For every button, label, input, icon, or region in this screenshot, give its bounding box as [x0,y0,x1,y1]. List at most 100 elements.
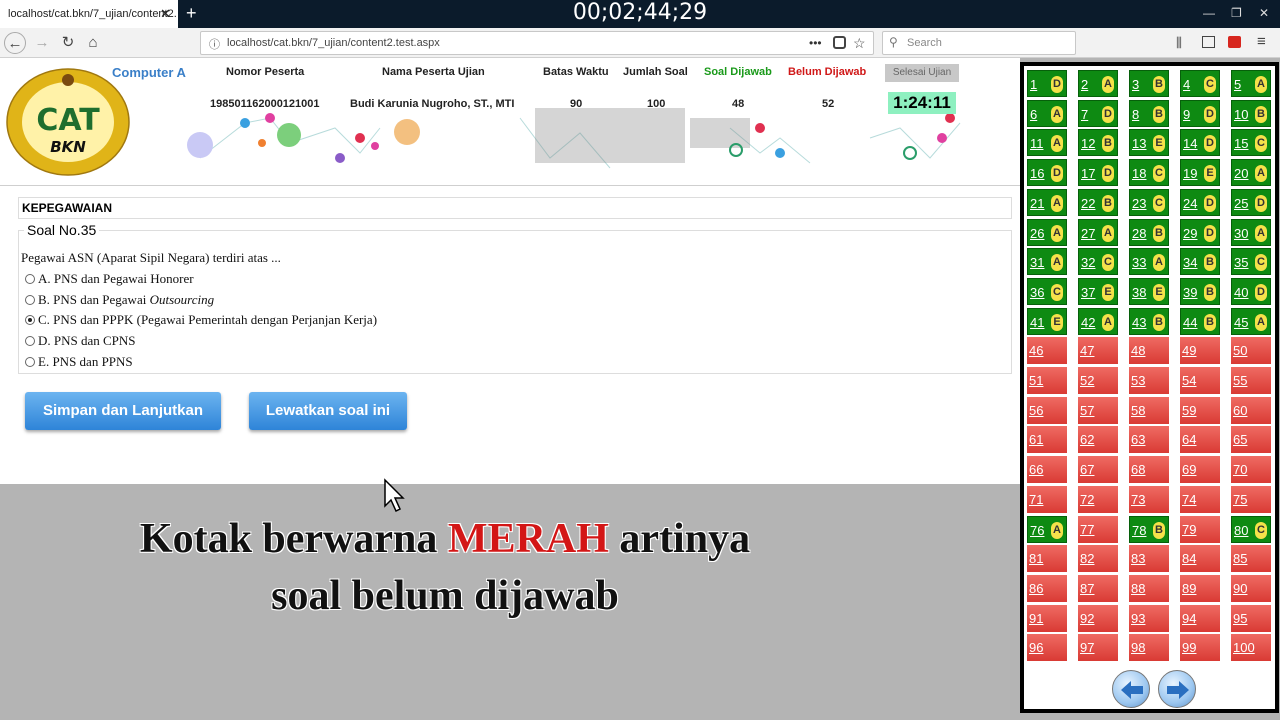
forward-icon[interactable]: → [31,32,53,54]
question-cell-95[interactable]: 95 [1231,604,1271,632]
search-bar[interactable]: ⚲ Search [882,31,1076,55]
question-cell-66[interactable]: 66 [1027,456,1067,484]
radio-button[interactable] [25,315,35,325]
question-cell-89[interactable]: 89 [1180,574,1220,602]
question-cell-12[interactable]: 12 B [1078,129,1118,157]
question-cell-17[interactable]: 17 D [1078,159,1118,187]
question-cell-88[interactable]: 88 [1129,574,1169,602]
question-cell-26[interactable]: 26 A [1027,218,1067,246]
question-cell-3[interactable]: 3B [1129,70,1169,97]
question-cell-96[interactable]: 96 [1027,634,1067,662]
question-cell-52[interactable]: 52 [1078,367,1118,394]
question-cell-76[interactable]: 76 A [1027,515,1067,543]
question-cell-18[interactable]: 18 C [1129,159,1169,187]
question-cell-22[interactable]: 22 B [1078,188,1118,216]
question-cell-77[interactable]: 77 [1078,515,1118,543]
question-cell-16[interactable]: 16 D [1027,159,1067,187]
question-cell-2[interactable]: 2A [1078,70,1118,97]
question-cell-54[interactable]: 54 [1180,367,1220,394]
question-cell-38[interactable]: 38 E [1129,277,1169,305]
question-cell-79[interactable]: 79 [1180,515,1220,543]
question-cell-58[interactable]: 58 [1129,396,1169,424]
question-cell-78[interactable]: 78 B [1129,515,1169,543]
question-cell-90[interactable]: 90 [1231,574,1271,602]
page-actions-icon[interactable]: ••• [809,32,822,54]
question-cell-68[interactable]: 68 [1129,456,1169,484]
close-window-icon[interactable]: ✕ [1259,6,1269,20]
question-cell-48[interactable]: 48 [1129,337,1169,365]
radio-button[interactable] [25,274,35,284]
question-cell-67[interactable]: 67 [1078,456,1118,484]
question-cell-34[interactable]: 34 B [1180,248,1220,276]
question-cell-10[interactable]: 10 B [1231,99,1271,127]
next-page-button[interactable] [1158,670,1196,708]
restore-icon[interactable]: ❐ [1231,6,1242,20]
question-cell-49[interactable]: 49 [1180,337,1220,365]
question-cell-64[interactable]: 64 [1180,426,1220,454]
question-cell-39[interactable]: 39 B [1180,277,1220,305]
question-cell-24[interactable]: 24 D [1180,188,1220,216]
question-cell-61[interactable]: 61 [1027,426,1067,454]
question-cell-59[interactable]: 59 [1180,396,1220,424]
question-cell-87[interactable]: 87 [1078,574,1118,602]
radio-button[interactable] [25,357,35,367]
question-cell-100[interactable]: 100 [1231,634,1271,662]
question-cell-27[interactable]: 27 A [1078,218,1118,246]
question-cell-14[interactable]: 14 D [1180,129,1220,157]
question-cell-8[interactable]: 8B [1129,99,1169,127]
radio-button[interactable] [25,295,35,305]
question-cell-86[interactable]: 86 [1027,574,1067,602]
question-cell-40[interactable]: 40 D [1231,277,1271,305]
question-cell-72[interactable]: 72 [1078,485,1118,513]
prev-page-button[interactable] [1112,670,1150,708]
question-cell-30[interactable]: 30 A [1231,218,1271,246]
question-cell-35[interactable]: 35 C [1231,248,1271,276]
question-cell-11[interactable]: 11 A [1027,129,1067,157]
question-cell-36[interactable]: 36 C [1027,277,1067,305]
library-icon[interactable]: ⫼ [1176,35,1182,51]
home-icon[interactable]: ⌂ [82,32,104,54]
question-cell-7[interactable]: 7D [1078,99,1118,127]
question-cell-97[interactable]: 97 [1078,634,1118,662]
question-cell-85[interactable]: 85 [1231,545,1271,573]
question-cell-75[interactable]: 75 [1231,485,1271,513]
question-cell-1[interactable]: 1D [1027,70,1067,97]
question-cell-82[interactable]: 82 [1078,545,1118,573]
question-cell-80[interactable]: 80 C [1231,515,1271,543]
back-icon[interactable]: ← [4,32,26,54]
pocket-icon[interactable] [833,36,846,49]
question-cell-4[interactable]: 4C [1180,70,1220,97]
question-cell-65[interactable]: 65 [1231,426,1271,454]
question-cell-99[interactable]: 99 [1180,634,1220,662]
answer-option-b[interactable]: B. PNS dan Pegawai Outsourcing [25,292,214,308]
question-cell-71[interactable]: 71 [1027,485,1067,513]
question-cell-19[interactable]: 19 E [1180,159,1220,187]
question-cell-31[interactable]: 31 A [1027,248,1067,276]
extension-icon[interactable] [1228,36,1241,48]
question-cell-55[interactable]: 55 [1231,367,1271,394]
question-cell-42[interactable]: 42 A [1078,307,1118,335]
question-cell-5[interactable]: 5A [1231,70,1271,97]
question-cell-98[interactable]: 98 [1129,634,1169,662]
question-cell-93[interactable]: 93 [1129,604,1169,632]
question-cell-81[interactable]: 81 [1027,545,1067,573]
question-cell-74[interactable]: 74 [1180,485,1220,513]
info-icon[interactable]: ⓘ [209,36,220,52]
question-cell-51[interactable]: 51 [1027,367,1067,394]
question-cell-69[interactable]: 69 [1180,456,1220,484]
question-cell-41[interactable]: 41 E [1027,307,1067,335]
question-cell-62[interactable]: 62 [1078,426,1118,454]
finish-exam-button[interactable]: Selesai Ujian [885,64,959,82]
answer-option-a[interactable]: A. PNS dan Pegawai Honorer [25,271,194,287]
question-cell-56[interactable]: 56 [1027,396,1067,424]
question-cell-23[interactable]: 23 C [1129,188,1169,216]
answer-option-e[interactable]: E. PNS dan PPNS [25,354,133,370]
question-cell-6[interactable]: 6A [1027,99,1067,127]
answer-option-c[interactable]: C. PNS dan PPPK (Pegawai Pemerintah deng… [25,312,377,328]
question-cell-43[interactable]: 43 B [1129,307,1169,335]
question-cell-73[interactable]: 73 [1129,485,1169,513]
question-cell-50[interactable]: 50 [1231,337,1271,365]
question-cell-28[interactable]: 28 B [1129,218,1169,246]
reload-icon[interactable]: ↻ [57,32,79,54]
radio-button[interactable] [25,336,35,346]
